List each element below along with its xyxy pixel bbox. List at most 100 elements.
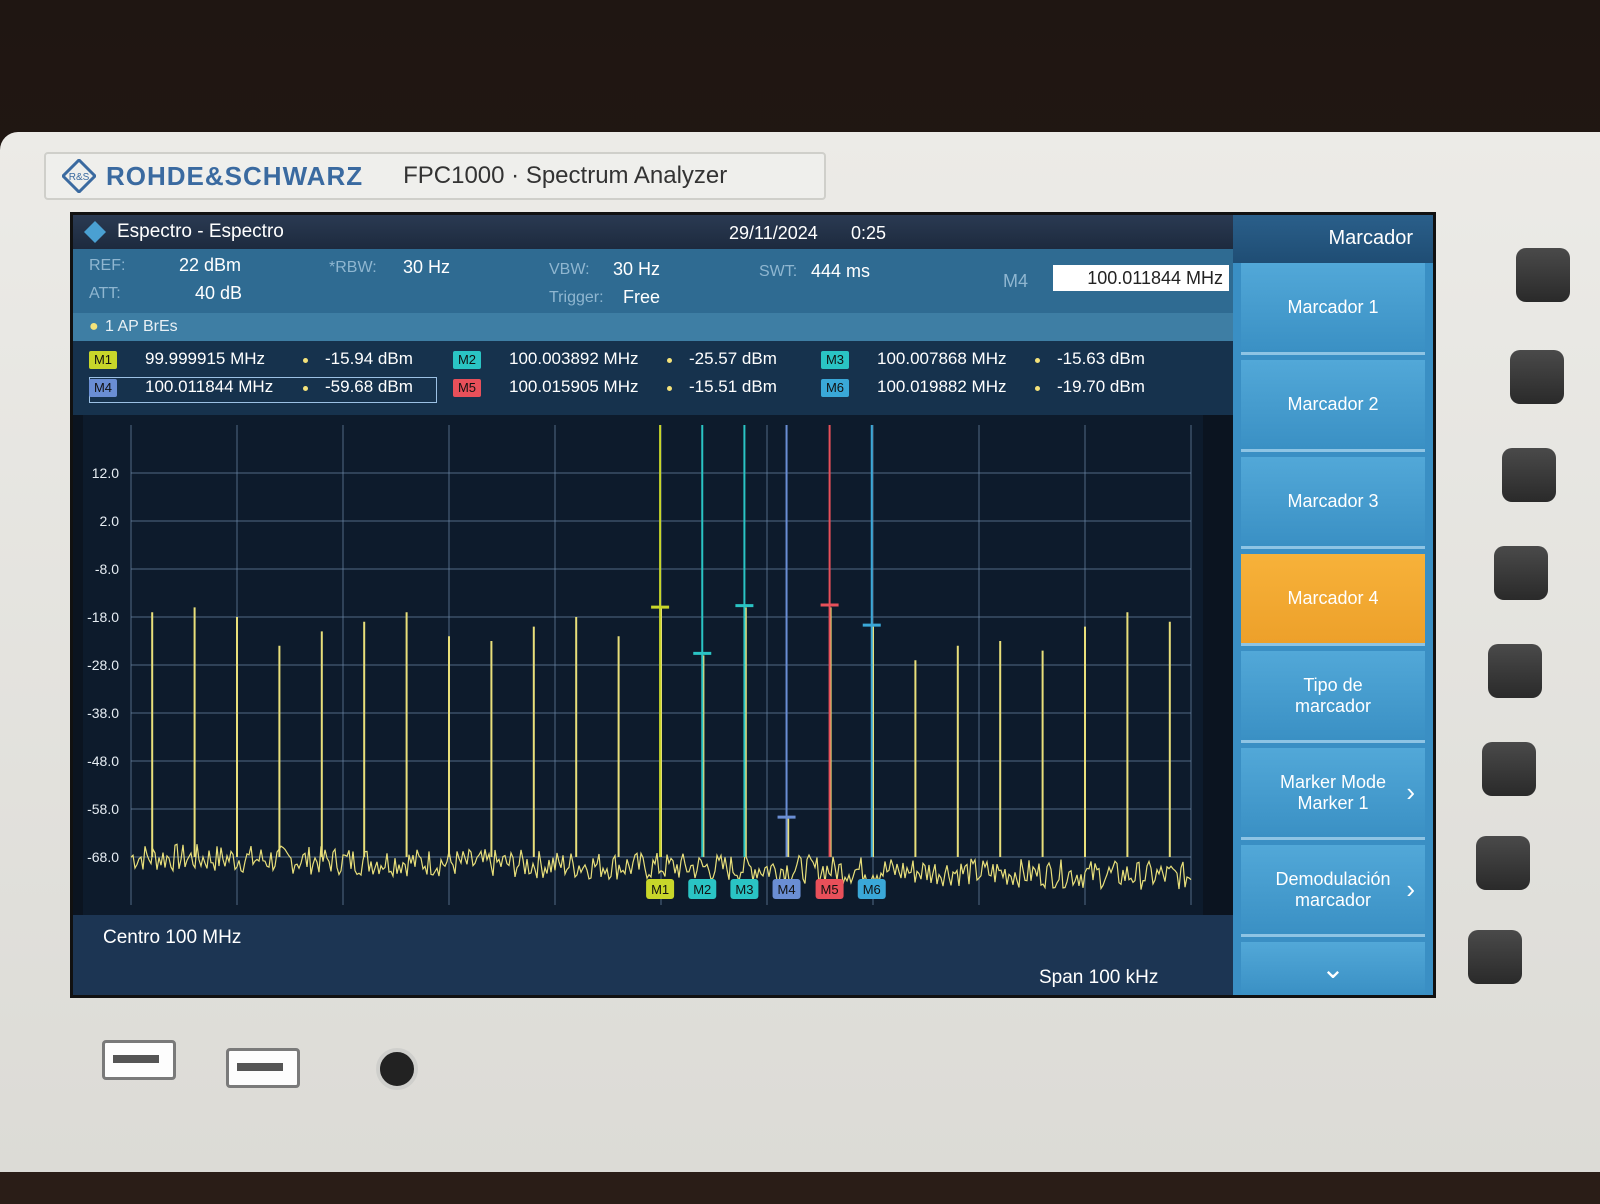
softkey-label: Tipo de marcador xyxy=(1294,674,1372,716)
y-tick-label: 12.0 xyxy=(92,465,119,481)
marker-tag[interactable]: M2 xyxy=(453,351,481,369)
marker-level: -15.94 dBm xyxy=(325,349,413,368)
trace-label: 1 AP BrEs xyxy=(105,318,178,335)
usb-port-icon xyxy=(102,1040,176,1080)
trigger-value: Free xyxy=(623,287,661,307)
marker-table[interactable]: M1 99.999915 MHz -15.94 dBm M4 100.011844 MH… xyxy=(73,341,1233,415)
marker-tag[interactable]: M3 xyxy=(821,351,849,369)
time-display: 0:25 xyxy=(851,223,887,243)
usb-port-icon xyxy=(226,1048,300,1088)
spectrum-plot[interactable]: 12.0 2.0 -8.0 -18.0 -28.0 -38.0 -48.0 -58.0 -68.… xyxy=(83,415,1203,915)
softkey-label: Demodulación marcador xyxy=(1275,868,1391,910)
softkey-more[interactable]: ⌄ xyxy=(1241,942,1425,995)
softkey-header-label: Marcador xyxy=(1328,227,1413,249)
softkey-label: Marcador 3 xyxy=(1287,491,1379,511)
softkey-label: Marcador 4 xyxy=(1287,588,1379,608)
marker-dot-icon xyxy=(303,386,308,391)
hardware-softkey-3[interactable] xyxy=(1502,448,1556,502)
softkey-panel: Marcador M4 100.011844 MHz Marcador 1 Ma… xyxy=(1003,215,1433,995)
marker-flag-label: M3 xyxy=(735,882,753,897)
chevron-down-icon: ⌄ xyxy=(1321,953,1345,984)
swt-value: 444 ms xyxy=(811,261,871,281)
center-frequency[interactable]: Centro 100 MHz xyxy=(103,927,241,949)
marker-frequency: 100.019882 MHz xyxy=(877,377,1007,396)
headphone-jack-icon xyxy=(376,1048,418,1090)
spectrum-chart: 12.0 2.0 -8.0 -18.0 -28.0 -38.0 -48.0 -58.0 -68.… xyxy=(87,425,1192,905)
marker-frequency: 100.003892 MHz xyxy=(509,349,639,368)
marker-flag-label: M4 xyxy=(778,882,796,897)
marker-frequency-input[interactable]: 100.011844 MHz xyxy=(1053,265,1229,291)
y-tick-label: -48.0 xyxy=(87,753,119,769)
softkey-label: Marcador 2 xyxy=(1287,394,1379,414)
marker-level: -25.57 dBm xyxy=(689,349,777,368)
app-icon xyxy=(84,221,106,243)
softkey-label: Marker Mode Marker 1 xyxy=(1279,771,1387,813)
app-title: Espectro - Espectro xyxy=(117,221,284,242)
span-value[interactable]: Span 100 kHz xyxy=(1039,967,1158,989)
y-tick-label: -18.0 xyxy=(87,609,119,625)
trace-dot-icon: ● xyxy=(89,318,99,335)
marker-level: -19.70 dBm xyxy=(1057,377,1145,396)
chevron-right-icon: › xyxy=(1406,777,1415,807)
softkey-marcador-1[interactable]: Marcador 1 xyxy=(1241,263,1425,355)
marker-dot-icon xyxy=(1035,358,1040,363)
brand-bar: R&S ROHDE&SCHWARZ FPC1000 · Spectrum Ana… xyxy=(44,152,826,200)
y-tick-label: -8.0 xyxy=(95,561,119,577)
marker-flag-label: M5 xyxy=(821,882,839,897)
marker-input-label: M4 xyxy=(1003,271,1029,291)
marker-level: -15.63 dBm xyxy=(1057,349,1145,368)
marker-dot-icon xyxy=(1035,386,1040,391)
vbw-label: VBW: xyxy=(549,261,590,278)
marker-flag-label: M1 xyxy=(651,882,669,897)
marker-flag-label: M2 xyxy=(693,882,711,897)
hardware-softkey-5[interactable] xyxy=(1488,644,1542,698)
ref-value: 22 dBm xyxy=(179,255,242,275)
softkey-tipo-marcador[interactable]: Tipo de marcador xyxy=(1241,651,1425,743)
marker-dot-icon xyxy=(667,358,672,363)
hardware-softkey-2[interactable] xyxy=(1510,350,1564,404)
display-screen: Espectro - Espectro 29/11/2024 0:25 REF:… xyxy=(70,212,1436,998)
svg-text:R&S: R&S xyxy=(69,172,90,183)
marker-frequency: 100.011844 MHz xyxy=(145,377,274,396)
marker-dot-icon xyxy=(667,386,672,391)
brand-name: ROHDE&SCHWARZ xyxy=(106,160,364,191)
hardware-softkey-4[interactable] xyxy=(1494,546,1548,600)
softkey-marcador-2[interactable]: Marcador 2 xyxy=(1241,360,1425,452)
marker-frequency: 100.007868 MHz xyxy=(877,349,1007,368)
marker-flag-label: M6 xyxy=(863,882,881,897)
title-bar: Espectro - Espectro 29/11/2024 0:25 xyxy=(73,215,1233,249)
softkey-marker-mode[interactable]: Marker Mode Marker 1 › xyxy=(1241,748,1425,840)
hardware-softkey-1[interactable] xyxy=(1516,248,1570,302)
y-tick-label: 2.0 xyxy=(100,513,120,529)
rs-logo-icon: R&S xyxy=(62,159,96,193)
att-value: 40 dB xyxy=(195,283,243,303)
marker-tag[interactable]: M4 xyxy=(89,379,117,397)
marker-level: -15.51 dBm xyxy=(689,377,777,396)
softkey-marcador-3[interactable]: Marcador 3 xyxy=(1241,457,1425,549)
softkey-marcador-4[interactable]: Marcador 4 xyxy=(1241,554,1425,646)
marker-tag[interactable]: M1 xyxy=(89,351,117,369)
marker-frequency: 99.999915 MHz xyxy=(145,349,266,368)
date-display: 29/11/2024 xyxy=(729,223,818,243)
y-tick-label: -38.0 xyxy=(87,705,119,721)
hardware-softkey-7[interactable] xyxy=(1476,836,1530,890)
rbw-value: 30 Hz xyxy=(403,257,451,277)
trace-info-bar: ● 1 AP BrEs xyxy=(73,313,1233,341)
att-label: ATT: xyxy=(89,285,121,302)
ref-label: REF: xyxy=(89,257,126,274)
marker-tag[interactable]: M6 xyxy=(821,379,849,397)
marker-tag[interactable]: M5 xyxy=(453,379,481,397)
plot-footer: Centro 100 MHz Span 100 kHz xyxy=(73,915,1233,995)
vbw-value: 30 Hz xyxy=(613,259,661,279)
swt-label: SWT: xyxy=(759,263,798,280)
softkey-label: Marcador 1 xyxy=(1287,297,1379,317)
y-tick-label: -58.0 xyxy=(87,801,119,817)
marker-dot-icon xyxy=(303,358,308,363)
marker-frequency: 100.015905 MHz xyxy=(509,377,639,396)
model-name: FPC1000 · Spectrum Analyzer xyxy=(403,162,728,189)
rbw-label: *RBW: xyxy=(329,259,377,276)
hardware-softkey-6[interactable] xyxy=(1482,742,1536,796)
y-tick-label: -28.0 xyxy=(87,657,119,673)
hardware-softkey-8[interactable] xyxy=(1468,930,1522,984)
softkey-demodulacion[interactable]: Demodulación marcador › xyxy=(1241,845,1425,937)
